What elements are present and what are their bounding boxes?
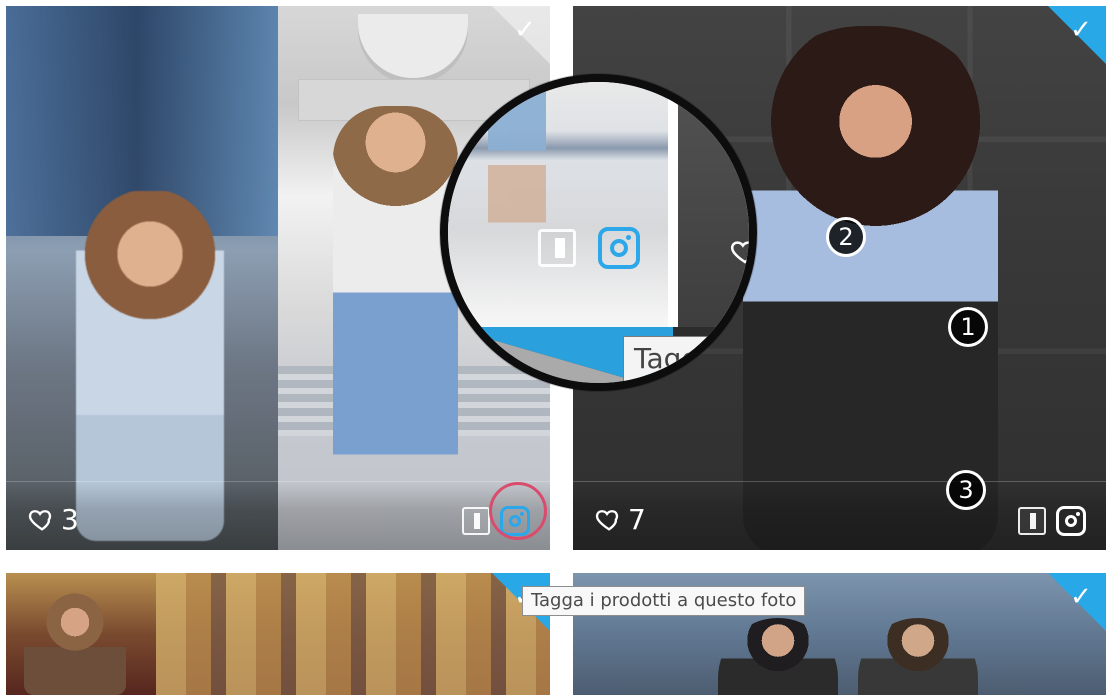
likes-count: 3 <box>61 503 79 536</box>
panel-icon[interactable] <box>538 229 576 267</box>
magnifier-lens: Tagg <box>440 74 757 391</box>
photo-architecture <box>156 573 550 695</box>
checkmark-icon: ✓ <box>1070 582 1092 612</box>
magnified-photo-right <box>673 82 749 327</box>
photo-person-right <box>333 106 458 511</box>
focus-ring <box>489 482 547 540</box>
photo-image-3 <box>6 573 550 695</box>
magnifier-content: Tagg <box>448 82 749 383</box>
panel-icon[interactable] <box>1018 507 1046 535</box>
heart-icon <box>731 241 749 264</box>
photo-person <box>24 581 126 695</box>
magnified-photo-left <box>448 82 673 327</box>
tag-products-tooltip: Tagga i prodotti a questo foto <box>522 586 806 616</box>
panel-icon[interactable] <box>462 507 490 535</box>
heart-icon <box>595 510 619 531</box>
magnified-actions <box>538 227 640 269</box>
likes-count: 7 <box>628 503 646 536</box>
magnified-tooltip: Tagg <box>623 336 743 382</box>
checkmark-icon: ✓ <box>1070 15 1092 45</box>
tag-marker-2[interactable]: 2 <box>826 217 866 257</box>
card-footer-divider <box>6 481 550 482</box>
instagram-icon[interactable] <box>1056 506 1086 536</box>
instagram-icon[interactable] <box>598 227 640 269</box>
checkmark-icon: ✓ <box>514 15 536 45</box>
card-actions <box>1018 506 1086 536</box>
magnified-gap <box>668 82 678 327</box>
card-footer-divider <box>573 481 1106 482</box>
photo-gallery: ✓ 3 ✓ 2 1 3 7 ✓ Tagg Tagga i prodotti a … <box>0 0 1106 695</box>
heart-icon <box>28 510 52 531</box>
likes-counter[interactable]: 3 <box>28 506 79 534</box>
likes-counter[interactable]: 7 <box>595 506 646 534</box>
tag-marker-1[interactable]: 1 <box>948 307 988 347</box>
gallery-card-3[interactable]: ✓ <box>6 573 550 695</box>
tag-marker-3[interactable]: 3 <box>946 470 986 510</box>
gallery-row-gap <box>0 550 1106 573</box>
